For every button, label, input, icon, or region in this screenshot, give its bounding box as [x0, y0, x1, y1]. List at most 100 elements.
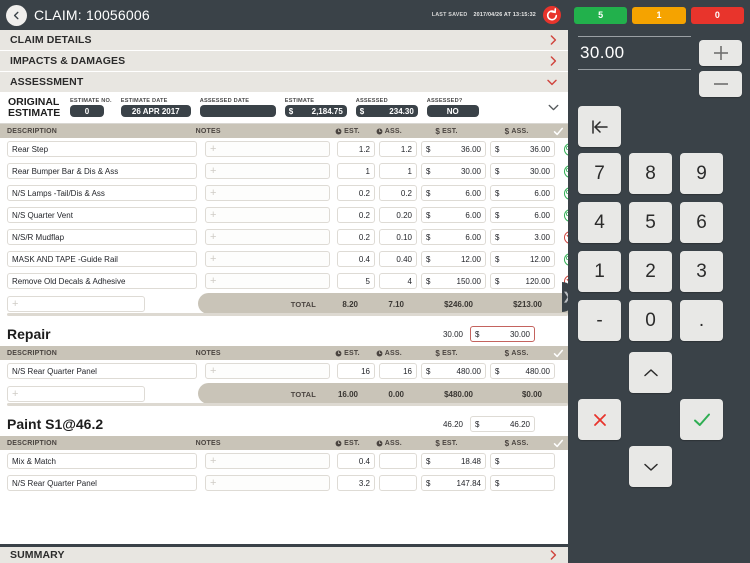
red-count-badge[interactable]: 0	[690, 6, 744, 24]
row-description-input[interactable]: N/S Quarter Vent	[7, 207, 197, 223]
key-6[interactable]: 6	[680, 202, 723, 243]
increment-button[interactable]	[699, 40, 742, 66]
row-notes-input[interactable]: +	[205, 453, 330, 469]
row-ass-cash-input[interactable]: $6.00	[490, 185, 555, 201]
row-ass-cash-input[interactable]: $	[490, 453, 555, 469]
row-ass-hours-input[interactable]: 0.2	[379, 185, 417, 201]
key--[interactable]: -	[578, 300, 621, 341]
row-est-hours-input[interactable]: 5	[337, 273, 375, 289]
row-ass-cash-input[interactable]: $30.00	[490, 163, 555, 179]
row-notes-input[interactable]: +	[205, 185, 330, 201]
row-description-input[interactable]: N/S/R Mudflap	[7, 229, 197, 245]
key-5[interactable]: 5	[629, 202, 672, 243]
row-est-hours-input[interactable]: 1	[337, 163, 375, 179]
confirm-button[interactable]	[680, 399, 723, 440]
orange-count-badge[interactable]: 1	[632, 6, 686, 24]
table-row[interactable]: N/S/R Mudflap +0.2 0.10 $6.00 $3.00	[0, 226, 568, 248]
row-notes-input[interactable]: +	[205, 363, 330, 379]
row-notes-input[interactable]: +	[205, 475, 330, 491]
row-est-hours-input[interactable]: 1.2	[337, 141, 375, 157]
table-row-partial[interactable]: N/S Rear Quarter Panel +3.2 $147.84 $	[0, 472, 568, 494]
row-ass-hours-input[interactable]: 0.40	[379, 251, 417, 267]
row-est-hours-input[interactable]: 3.2	[337, 475, 375, 491]
key-1[interactable]: 1	[578, 251, 621, 292]
row-ass-cash-input[interactable]: $3.00	[490, 229, 555, 245]
table-row[interactable]: N/S Rear Quarter Panel +16 16 $480.00 $480.0…	[0, 360, 568, 382]
row-ass-cash-input[interactable]: $120.00	[490, 273, 555, 289]
row-ass-hours-input[interactable]: 4	[379, 273, 417, 289]
row-est-hours-input[interactable]: 0.2	[337, 185, 375, 201]
row-ass-cash-input[interactable]: $6.00	[490, 207, 555, 223]
table-row[interactable]: N/S Quarter Vent+0.20.20$6.00$6.00OK	[0, 204, 568, 226]
accordion-impacts-damages[interactable]: IMPACTS & DAMAGES	[0, 51, 568, 72]
row-est-cash-input[interactable]: $6.00	[421, 229, 486, 245]
decrement-button[interactable]	[699, 71, 742, 97]
row-est-cash-input[interactable]: $150.00	[421, 273, 486, 289]
backspace-button[interactable]	[578, 106, 621, 147]
row-description-input[interactable]: N/S Rear Quarter Panel	[7, 363, 197, 379]
row-ass-hours-input[interactable]: 1	[379, 163, 417, 179]
row-ass-hours-input[interactable]: 16	[379, 363, 417, 379]
row-ass-hours-input[interactable]: 1.2	[379, 141, 417, 157]
accordion-assessment[interactable]: ASSESSMENT	[0, 72, 568, 93]
row-description-input[interactable]: N/S Rear Quarter Panel	[7, 475, 197, 491]
row-est-hours-input[interactable]: 0.4	[337, 251, 375, 267]
key-4[interactable]: 4	[578, 202, 621, 243]
row-ass-hours-input[interactable]: 0.20	[379, 207, 417, 223]
row-ass-cash-input[interactable]: $36.00	[490, 141, 555, 157]
panel-resize-handle[interactable]: ❯	[562, 282, 568, 312]
key-3[interactable]: 3	[680, 251, 723, 292]
oe-collapse-button[interactable]	[547, 99, 560, 117]
cancel-button[interactable]	[578, 399, 621, 440]
row-est-cash-input[interactable]: $36.00	[421, 141, 486, 157]
row-description-input[interactable]: Remove Old Decals & Adhesive	[7, 273, 197, 289]
estimate-date-value[interactable]: 26 APR 2017	[120, 105, 191, 118]
row-notes-input[interactable]: +	[205, 163, 330, 179]
table-row[interactable]: N/S Lamps -Tail/Dis & Ass +0.2 0.2 $6.00 $6.…	[0, 182, 568, 204]
table-row[interactable]: Rear Step+1.21.2$36.00$36.00OK	[0, 138, 568, 160]
row-ass-hours-input[interactable]	[379, 475, 417, 491]
add-row-input[interactable]: +	[7, 296, 145, 312]
row-est-cash-input[interactable]: $18.48	[421, 453, 486, 469]
back-button[interactable]	[6, 4, 27, 26]
estimate-no-value[interactable]: 0	[70, 105, 104, 118]
row-ass-cash-input[interactable]: $480.00	[490, 363, 555, 379]
scroll-up-button[interactable]	[629, 352, 672, 393]
assessed-flag-value[interactable]: NO	[426, 105, 479, 118]
row-ass-hours-input[interactable]	[379, 453, 417, 469]
row-notes-input[interactable]: +	[205, 207, 330, 223]
key-0[interactable]: 0	[629, 300, 672, 341]
green-count-badge[interactable]: 5	[574, 6, 628, 24]
table-row[interactable]: Mix & Match +0.4 $18.48 $	[0, 450, 568, 472]
refresh-button[interactable]	[542, 5, 562, 25]
row-notes-input[interactable]: +	[205, 251, 330, 267]
assessed-date-value[interactable]	[199, 105, 276, 118]
table-row[interactable]: MASK AND TAPE -Guide Rail +0.4 0.40 $12.00 $…	[0, 248, 568, 270]
table-row[interactable]: Remove Old Decals & Adhesive +5 4 $150.00 $1…	[0, 270, 568, 292]
accordion-claim-details[interactable]: CLAIM DETAILS	[0, 30, 568, 51]
row-est-hours-input[interactable]: 0.4	[337, 453, 375, 469]
row-ass-hours-input[interactable]: 0.10	[379, 229, 417, 245]
section-rate-input[interactable]: $46.20	[470, 416, 535, 432]
section-rate-input[interactable]: $30.00	[470, 326, 535, 342]
key-.[interactable]: .	[680, 300, 723, 341]
row-description-input[interactable]: MASK AND TAPE -Guide Rail	[7, 251, 197, 267]
table-row[interactable]: Rear Bumper Bar & Dis & Ass +1 1 $30.00 $30.…	[0, 160, 568, 182]
add-row-input[interactable]: +	[7, 386, 145, 402]
scroll-down-button[interactable]	[629, 446, 672, 487]
row-est-cash-input[interactable]: $6.00	[421, 185, 486, 201]
row-est-cash-input[interactable]: $6.00	[421, 207, 486, 223]
row-est-cash-input[interactable]: $30.00	[421, 163, 486, 179]
assessment-scroll-body[interactable]: DESCRIPTION NOTES EST. ASS. $ EST. $ ASS. Rear S…	[0, 124, 568, 563]
row-est-hours-input[interactable]: 0.2	[337, 229, 375, 245]
row-ass-cash-input[interactable]: $	[490, 475, 555, 491]
key-2[interactable]: 2	[629, 251, 672, 292]
row-est-hours-input[interactable]: 0.2	[337, 207, 375, 223]
row-notes-input[interactable]: +	[205, 273, 330, 289]
accordion-summary[interactable]: SUMMARY	[0, 544, 568, 563]
row-description-input[interactable]: Mix & Match	[7, 453, 197, 469]
row-est-cash-input[interactable]: $480.00	[421, 363, 486, 379]
estimate-amount-value[interactable]: $ 2,184.75	[284, 105, 347, 118]
key-9[interactable]: 9	[680, 153, 723, 194]
row-notes-input[interactable]: +	[205, 229, 330, 245]
